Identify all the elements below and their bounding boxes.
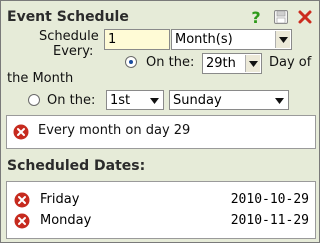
ordinal-value: 1st [110,93,131,108]
schedule-label-line1: Schedule [39,29,99,44]
chevron-down-icon [147,92,162,109]
option1-suffix-line2: the Month [7,71,74,86]
close-icon[interactable] [297,9,313,25]
schedule-label-line2: Every: [53,44,94,59]
remove-icon[interactable] [14,192,30,208]
summary-text: Every month on day 29 [38,123,191,138]
help-icon[interactable]: ? [248,9,264,25]
event-schedule-panel: Event Schedule ? Schedule Every: 1 Month… [0,0,320,243]
interval-unit-select[interactable]: Month(s) [171,29,292,50]
option1-suffix-line1: Day of [269,55,312,70]
ordinal-select[interactable]: 1st [106,90,164,110]
svg-text:?: ? [251,9,260,25]
scheduled-dates-title: Scheduled Dates: [7,158,146,174]
schedule-summary: Every month on day 29 [6,115,316,149]
day-of-month-select[interactable]: 29th [202,53,262,74]
error-x-icon [13,124,29,140]
date-value: 2010-10-29 [230,192,309,207]
weekday-value: Sunday [173,93,222,108]
interval-unit-value: Month(s) [175,32,233,47]
chevron-down-icon [272,92,287,109]
chevron-down-icon [245,55,260,72]
panel-title: Event Schedule [7,9,129,25]
day-name: Monday [40,213,92,228]
date-value: 2010-11-29 [230,213,309,228]
option2-label: On the: [47,93,96,108]
option1-label: On the: [146,55,195,70]
interval-input[interactable]: 1 [104,29,170,50]
weekday-select[interactable]: Sunday [169,90,289,110]
list-item[interactable]: Friday 2010-10-29 [7,189,315,211]
remove-icon[interactable] [14,213,30,229]
radio-day-of-month[interactable] [125,56,137,68]
day-of-month-value: 29th [206,56,236,71]
day-name: Friday [40,192,80,207]
chevron-down-icon [275,31,290,48]
save-icon[interactable] [273,9,289,25]
radio-weekday-of-month[interactable] [28,94,40,106]
scheduled-dates-list: Friday 2010-10-29 Monday 2010-11-29 [6,181,316,239]
list-item[interactable]: Monday 2010-11-29 [7,210,315,232]
